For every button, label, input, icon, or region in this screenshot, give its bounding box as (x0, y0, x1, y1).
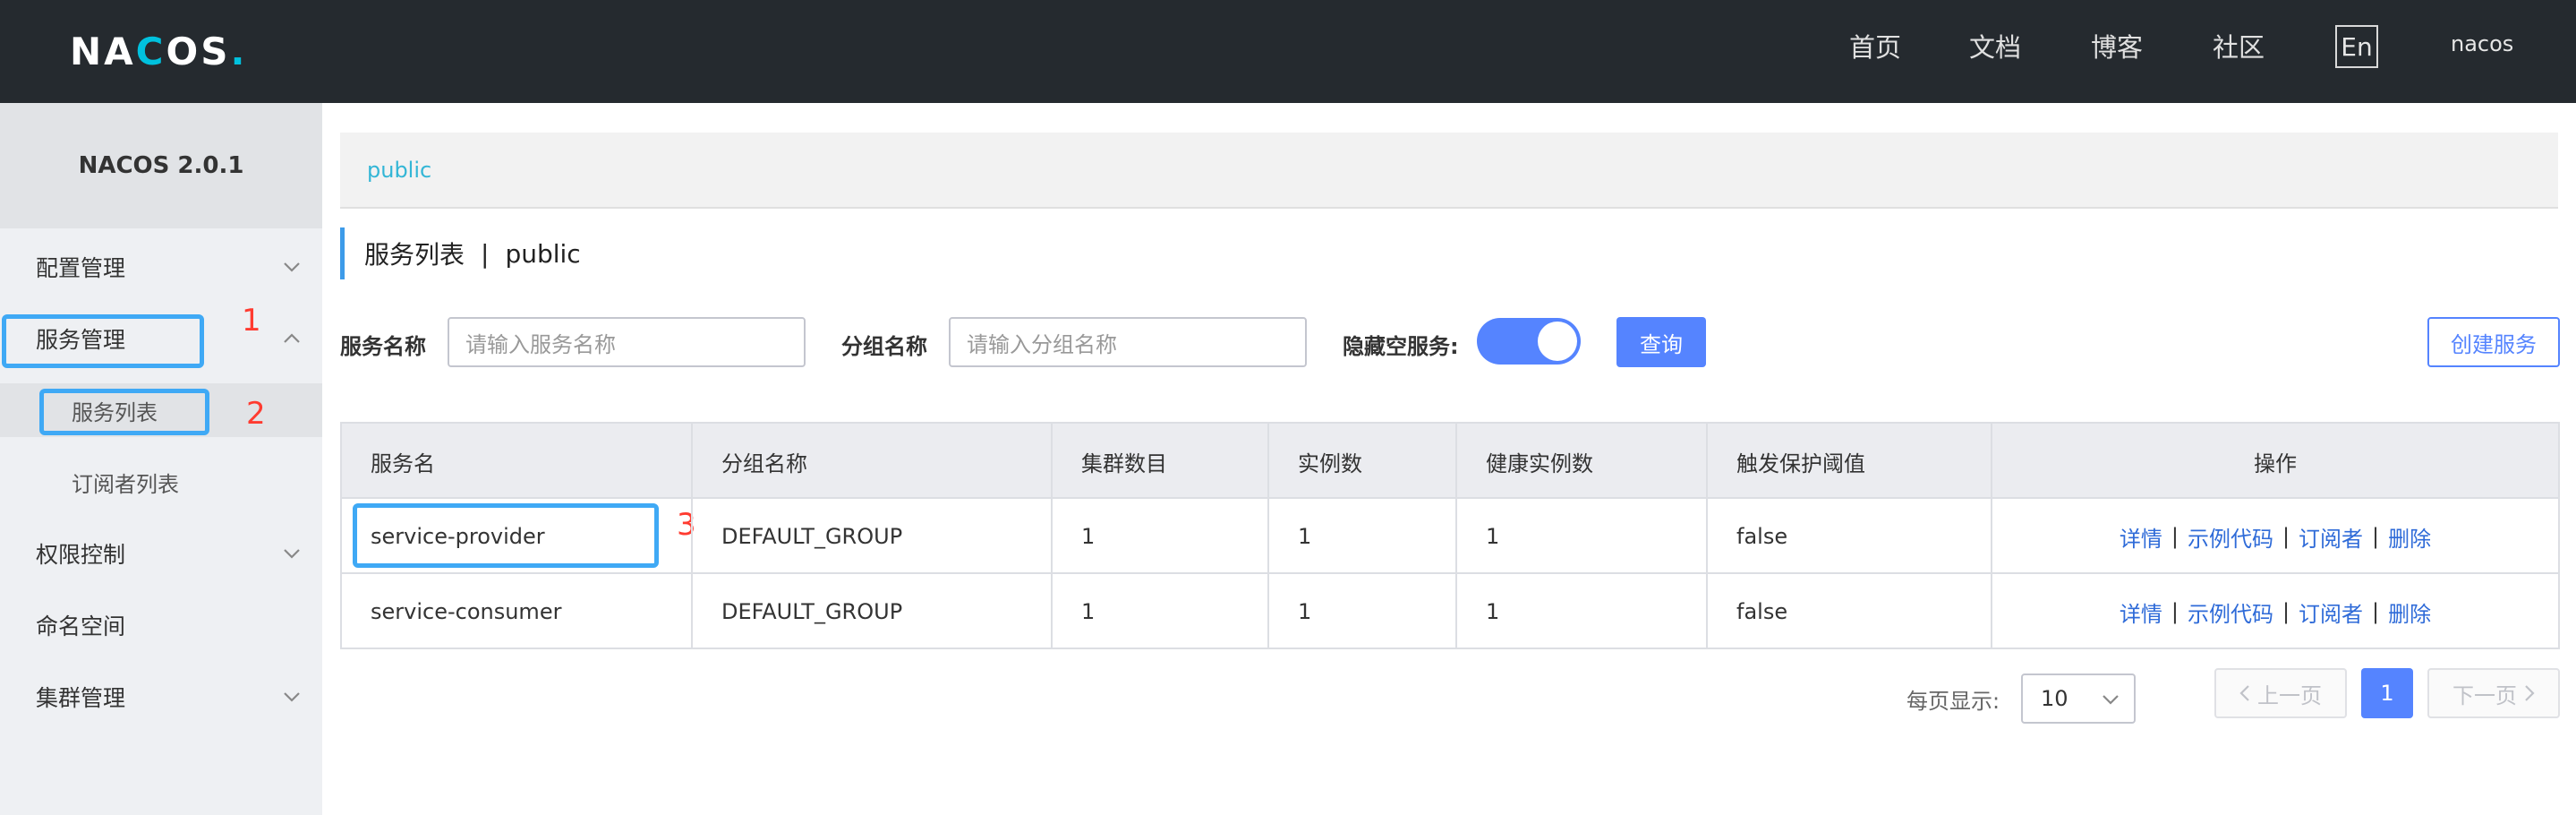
sidebar-item-label: 集群管理 (36, 685, 126, 711)
sidebar-item-config-management[interactable]: 配置管理 (0, 240, 322, 294)
annotation-number-2: 2 (246, 396, 266, 432)
sidebar-item-label: 配置管理 (36, 255, 126, 281)
col-header-instance-count: 实例数 (1269, 424, 1457, 499)
op-separator: | (2372, 599, 2380, 624)
group-name-label: 分组名称 (841, 334, 927, 359)
chevron-right-icon (2524, 684, 2535, 702)
sidebar-title: NACOS 2.0.1 (0, 103, 322, 228)
nav-home[interactable]: 首页 (1849, 27, 1901, 64)
chevron-left-icon (2239, 684, 2250, 702)
service-name-label: 服务名称 (340, 334, 426, 359)
table-row: service-consumer DEFAULT_GROUP 1 1 1 fal… (342, 574, 2558, 649)
sidebar-item-cluster-management[interactable]: 集群管理 (0, 670, 322, 724)
query-button[interactable]: 查询 (1616, 317, 1706, 367)
annotation-number-1: 1 (242, 303, 261, 339)
sample-code-link[interactable]: 示例代码 (2188, 596, 2273, 628)
service-name-input[interactable]: 请输入服务名称 (448, 317, 806, 367)
cell-operations: 详情 | 示例代码 | 订阅者 | 删除 (1992, 574, 2558, 649)
page-size-label: 每页显示: (1906, 689, 2000, 714)
sample-code-link[interactable]: 示例代码 (2188, 521, 2273, 553)
page-title-separator: | (481, 238, 490, 269)
col-header-operations: 操作 (2254, 450, 2297, 476)
cell-healthy-instance-count: 1 (1457, 574, 1708, 649)
delete-link[interactable]: 删除 (2388, 521, 2431, 553)
cell-instance-count: 1 (1269, 499, 1457, 574)
chevron-up-icon (279, 326, 304, 351)
prev-page-label: 上一页 (2257, 682, 2322, 708)
cell-service-name: service-consumer (342, 574, 693, 649)
next-page-label: 下一页 (2452, 682, 2517, 708)
nacos-logo[interactable]: NA C O S. (70, 20, 247, 82)
user-name[interactable]: nacos (2451, 31, 2513, 56)
prev-page-button[interactable]: 上一页 (2214, 668, 2347, 718)
sidebar-item-label: 权限控制 (36, 542, 126, 568)
toggle-knob (1538, 322, 1577, 361)
table-header-row: 服务名 分组名称 集群数目 实例数 健康实例数 触发保护阈值 操作 (342, 424, 2558, 499)
sidebar-item-namespace[interactable]: 命名空间 (0, 598, 322, 652)
next-page-button[interactable]: 下一页 (2427, 668, 2560, 718)
page-title-text: 服务列表 (364, 240, 465, 270)
group-name-input[interactable]: 请输入分组名称 (949, 317, 1307, 367)
sidebar-item-access-control[interactable]: 权限控制 (0, 527, 322, 580)
sidebar-item-label: 订阅者列表 (72, 471, 179, 497)
sidebar: NACOS 2.0.1 配置管理 服务管理 服务列表 订阅者列表 权限控制 命名… (0, 103, 322, 815)
nav-docs[interactable]: 文档 (1969, 27, 2021, 64)
service-table: 服务名 分组名称 集群数目 实例数 健康实例数 触发保护阈值 操作 servic… (340, 422, 2560, 649)
chevron-down-icon (279, 254, 304, 279)
detail-link[interactable]: 详情 (2120, 521, 2162, 553)
page-title-namespace: public (505, 238, 581, 269)
cell-group-name: DEFAULT_GROUP (693, 574, 1053, 649)
current-page-button[interactable]: 1 (2361, 668, 2413, 718)
language-switch-button[interactable]: En (2335, 25, 2378, 68)
sidebar-item-label: 命名空间 (36, 613, 126, 639)
detail-link[interactable]: 详情 (2120, 596, 2162, 628)
annotation-box-1 (2, 314, 204, 368)
chevron-down-icon (2098, 687, 2123, 712)
annotation-box-2 (39, 389, 209, 435)
subscribers-link[interactable]: 订阅者 (2299, 596, 2363, 628)
col-header-cluster-count: 集群数目 (1053, 424, 1269, 499)
op-separator: | (2282, 524, 2290, 549)
op-separator: | (2372, 524, 2380, 549)
namespace-link-public[interactable]: public (367, 158, 431, 183)
delete-link[interactable]: 删除 (2388, 596, 2431, 628)
col-header-healthy-instance-count: 健康实例数 (1457, 424, 1708, 499)
hide-empty-service-toggle[interactable] (1477, 318, 1581, 365)
nav-community[interactable]: 社区 (2213, 27, 2265, 64)
page-size-select[interactable]: 10 (2021, 673, 2136, 724)
col-header-service-name: 服务名 (342, 424, 693, 499)
namespace-bar: public (340, 133, 2558, 209)
top-header: NA C O S. 首页 文档 博客 社区 En nacos (0, 0, 2576, 103)
cell-cluster-count: 1 (1053, 574, 1269, 649)
hide-empty-service-label: 隐藏空服务: (1343, 334, 1459, 359)
col-header-group-name: 分组名称 (693, 424, 1053, 499)
subscribers-link[interactable]: 订阅者 (2299, 521, 2363, 553)
cell-service-name: service-provider (342, 499, 693, 574)
cell-group-name: DEFAULT_GROUP (693, 499, 1053, 574)
op-separator: | (2171, 524, 2179, 549)
table-row: service-provider DEFAULT_GROUP 1 1 1 fal… (342, 499, 2558, 574)
op-separator: | (2282, 599, 2290, 624)
cell-protect-threshold: false (1708, 499, 1992, 574)
cell-cluster-count: 1 (1053, 499, 1269, 574)
op-separator: | (2171, 599, 2179, 624)
cell-healthy-instance-count: 1 (1457, 499, 1708, 574)
cell-instance-count: 1 (1269, 574, 1457, 649)
col-header-protect-threshold: 触发保护阈值 (1708, 424, 1992, 499)
chevron-down-icon (279, 684, 304, 709)
sidebar-item-subscriber-list[interactable]: 订阅者列表 (0, 455, 322, 509)
cell-operations: 详情 | 示例代码 | 订阅者 | 删除 (1992, 499, 2558, 574)
cell-protect-threshold: false (1708, 574, 1992, 649)
create-service-button[interactable]: 创建服务 (2427, 317, 2560, 367)
nav-blog[interactable]: 博客 (2091, 27, 2143, 64)
page-size-value: 10 (2041, 686, 2068, 711)
chevron-down-icon (279, 541, 304, 566)
page-title: 服务列表 | public (340, 227, 581, 279)
